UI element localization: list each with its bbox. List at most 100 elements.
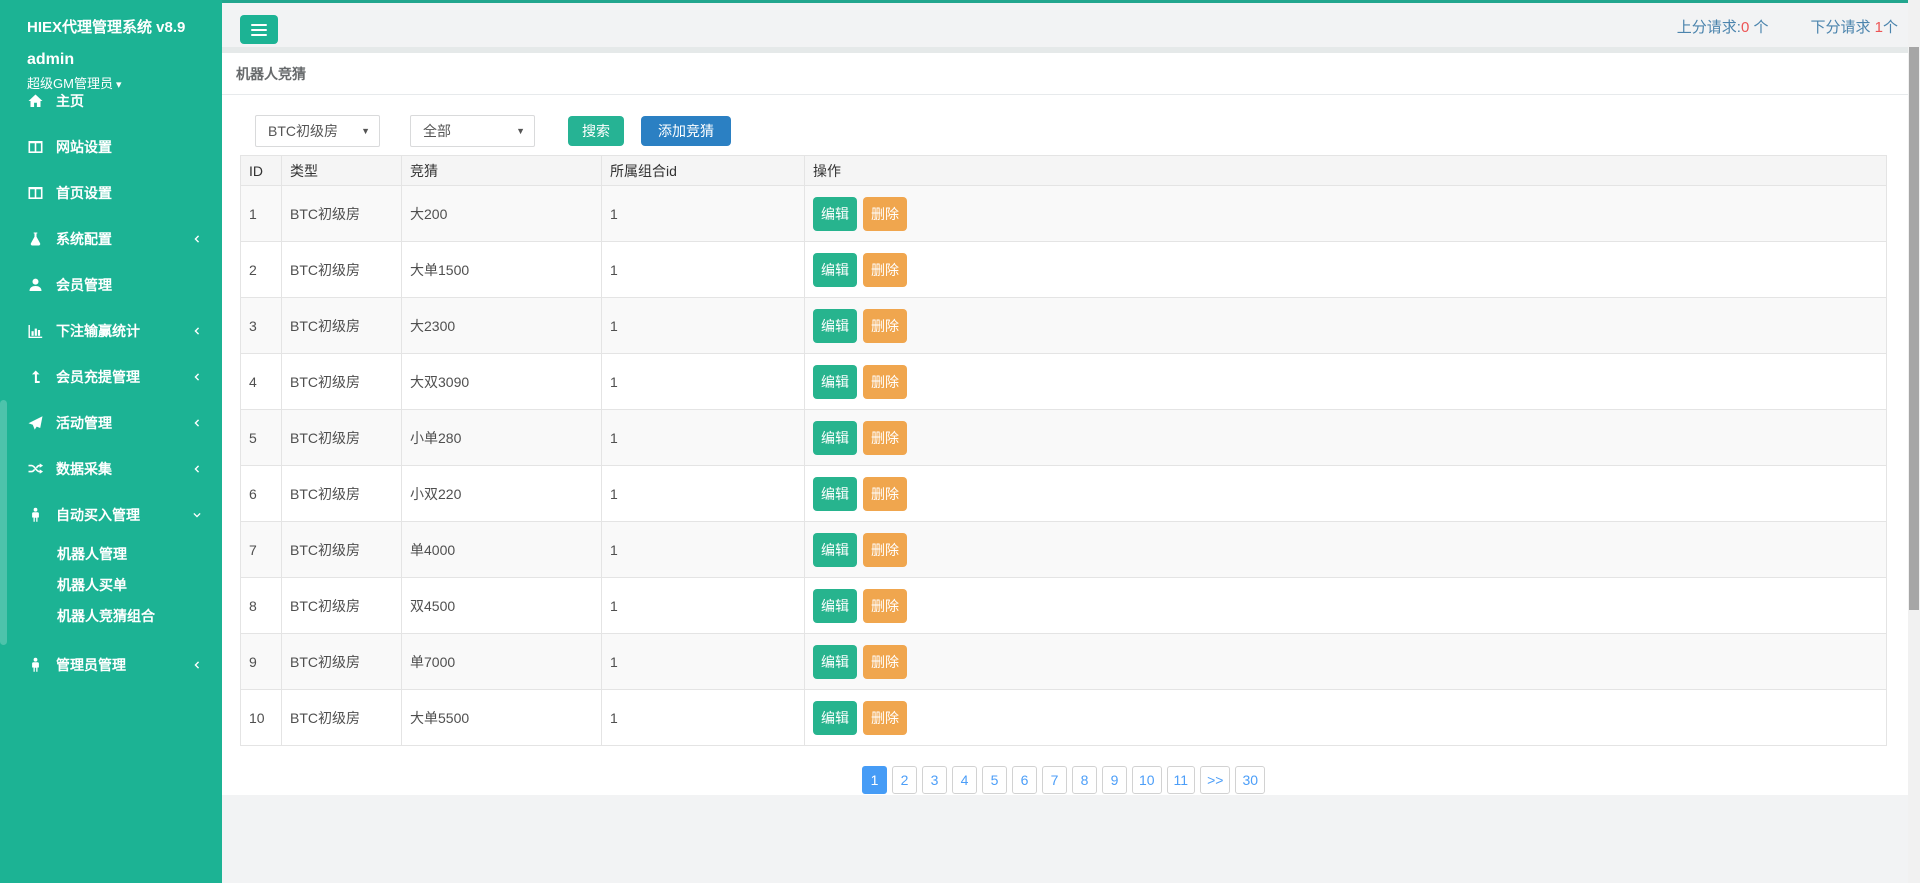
- table-header-row: ID 类型 竞猜 所属组合id 操作: [241, 156, 1887, 186]
- sidebar-item-admin-management[interactable]: 管理员管理: [0, 642, 222, 688]
- sidebar-item-auto-buy-management[interactable]: 自动买入管理: [0, 492, 222, 538]
- columns-icon: [27, 185, 44, 201]
- edit-button[interactable]: 编辑: [813, 253, 857, 287]
- table-row: 10 BTC初级房 大单5500 1 编辑删除: [241, 690, 1887, 746]
- sidebar-item-activity-management[interactable]: 活动管理: [0, 400, 222, 446]
- table-row: 8 BTC初级房 双4500 1 编辑删除: [241, 578, 1887, 634]
- chevron-left-icon: [192, 234, 202, 244]
- edit-button[interactable]: 编辑: [813, 589, 857, 623]
- sidebar-item-site-settings[interactable]: 网站设置: [0, 124, 222, 170]
- guess-type-select[interactable]: 全部 ▼: [410, 115, 535, 147]
- chevron-left-icon: [192, 326, 202, 336]
- main-panel: 机器人竞猜 BTC初级房 ▼ 全部 ▼ 搜索 添加竞猜 ID 类型 竞猜 所属组…: [222, 53, 1908, 795]
- shuffle-icon: [27, 461, 44, 477]
- pagination: 1 2 3 4 5 6 7 8 9 10 11 >> 30: [240, 766, 1887, 794]
- delete-button[interactable]: 删除: [863, 533, 907, 567]
- col-header-type: 类型: [282, 156, 402, 186]
- page-button-11[interactable]: 11: [1167, 766, 1196, 794]
- sidebar-item-recharge-management[interactable]: 会员充提管理: [0, 354, 222, 400]
- table-row: 9 BTC初级房 单7000 1 编辑删除: [241, 634, 1887, 690]
- menu-gap: [0, 631, 222, 642]
- sidebar-subitem-robot-management[interactable]: 机器人管理: [0, 538, 222, 569]
- delete-button[interactable]: 删除: [863, 309, 907, 343]
- page-button-9[interactable]: 9: [1102, 766, 1127, 794]
- home-icon: [27, 93, 44, 109]
- topbar-right: 上分请求:0 个 下分请求 1个: [1677, 3, 1898, 50]
- room-type-select[interactable]: BTC初级房 ▼: [255, 115, 380, 147]
- edit-button[interactable]: 编辑: [813, 645, 857, 679]
- col-header-id: ID: [241, 156, 282, 186]
- page-button-2[interactable]: 2: [892, 766, 917, 794]
- edit-button[interactable]: 编辑: [813, 365, 857, 399]
- down-request-link[interactable]: 下分请求 1个: [1810, 16, 1898, 37]
- sidebar-item-bet-statistics[interactable]: 下注输赢统计: [0, 308, 222, 354]
- delete-button[interactable]: 删除: [863, 365, 907, 399]
- page-button-last[interactable]: 30: [1235, 766, 1265, 794]
- chevron-left-icon: [192, 660, 202, 670]
- guess-table: ID 类型 竞猜 所属组合id 操作 1 BTC初级房 大200 1 编辑删除 …: [240, 155, 1887, 746]
- edit-button[interactable]: 编辑: [813, 477, 857, 511]
- page-button-10[interactable]: 10: [1132, 766, 1162, 794]
- delete-button[interactable]: 删除: [863, 253, 907, 287]
- page-button-6[interactable]: 6: [1012, 766, 1037, 794]
- filter-row: BTC初级房 ▼ 全部 ▼ 搜索 添加竞猜: [240, 115, 1887, 147]
- sidebar-scrollbar[interactable]: [0, 400, 7, 645]
- page-button-3[interactable]: 3: [922, 766, 947, 794]
- sidebar-item-home[interactable]: 主页: [0, 78, 222, 124]
- sidebar-submenu: 机器人管理 机器人买单 机器人竞猜组合: [0, 538, 222, 631]
- sidebar-item-system-config[interactable]: 系统配置: [0, 216, 222, 262]
- delete-button[interactable]: 删除: [863, 701, 907, 735]
- table-row: 6 BTC初级房 小双220 1 编辑删除: [241, 466, 1887, 522]
- page-button-next[interactable]: >>: [1200, 766, 1230, 794]
- user-icon: [27, 277, 44, 293]
- sidebar-item-homepage-settings[interactable]: 首页设置: [0, 170, 222, 216]
- sidebar-submenu-wrap: 机器人管理 机器人买单 机器人竞猜组合: [0, 538, 222, 631]
- delete-button[interactable]: 删除: [863, 477, 907, 511]
- select-arrow-icon: ▼: [361, 116, 370, 147]
- sidebar-item-data-collection[interactable]: 数据采集: [0, 446, 222, 492]
- sidebar-subitem-robot-guess-combo[interactable]: 机器人竞猜组合: [0, 600, 222, 631]
- page-button-4[interactable]: 4: [952, 766, 977, 794]
- chevron-down-icon: [192, 510, 202, 520]
- table-row: 3 BTC初级房 大2300 1 编辑删除: [241, 298, 1887, 354]
- down-request-count: 1: [1875, 19, 1883, 36]
- chevron-left-icon: [192, 418, 202, 428]
- search-button[interactable]: 搜索: [568, 116, 624, 146]
- delete-button[interactable]: 删除: [863, 197, 907, 231]
- delete-button[interactable]: 删除: [863, 645, 907, 679]
- table-row: 4 BTC初级房 大双3090 1 编辑删除: [241, 354, 1887, 410]
- sidebar-item-member-management[interactable]: 会员管理: [0, 262, 222, 308]
- paper-plane-icon: [27, 415, 44, 431]
- topbar: 上分请求:0 个 下分请求 1个: [222, 0, 1908, 47]
- page-button-8[interactable]: 8: [1072, 766, 1097, 794]
- edit-button[interactable]: 编辑: [813, 309, 857, 343]
- page-scrollbar-track[interactable]: [1908, 0, 1920, 883]
- sidebar-subitem-robot-orders[interactable]: 机器人买单: [0, 569, 222, 600]
- up-request-link[interactable]: 上分请求:0 个: [1677, 16, 1769, 37]
- table-row: 7 BTC初级房 单4000 1 编辑删除: [241, 522, 1887, 578]
- chevron-left-icon: [192, 464, 202, 474]
- page-button-7[interactable]: 7: [1042, 766, 1067, 794]
- bar-chart-icon: [27, 323, 44, 339]
- add-guess-button[interactable]: 添加竞猜: [641, 116, 731, 146]
- edit-button[interactable]: 编辑: [813, 701, 857, 735]
- edit-button[interactable]: 编辑: [813, 421, 857, 455]
- app-title: HIEX代理管理系统 v8.9: [27, 16, 222, 37]
- chevron-left-icon: [192, 372, 202, 382]
- page-button-1[interactable]: 1: [862, 766, 887, 794]
- page-button-5[interactable]: 5: [982, 766, 1007, 794]
- sidebar-toggle-button[interactable]: [240, 15, 278, 44]
- hamburger-icon: [251, 24, 267, 26]
- delete-button[interactable]: 删除: [863, 421, 907, 455]
- col-header-guess: 竞猜: [402, 156, 602, 186]
- page-scrollbar-thumb[interactable]: [1909, 47, 1919, 610]
- sidebar-menu: 主页 网站设置 首页设置 系统配置 会员管理 下注输赢统计 会员充提管理: [0, 78, 222, 688]
- sidebar: HIEX代理管理系统 v8.9 admin 超级GM管理员▾ 主页 网站设置 首…: [0, 0, 222, 883]
- col-header-action: 操作: [805, 156, 1887, 186]
- delete-button[interactable]: 删除: [863, 589, 907, 623]
- col-header-group: 所属组合id: [602, 156, 805, 186]
- edit-button[interactable]: 编辑: [813, 197, 857, 231]
- user-name: admin: [27, 51, 222, 69]
- table-row: 5 BTC初级房 小单280 1 编辑删除: [241, 410, 1887, 466]
- edit-button[interactable]: 编辑: [813, 533, 857, 567]
